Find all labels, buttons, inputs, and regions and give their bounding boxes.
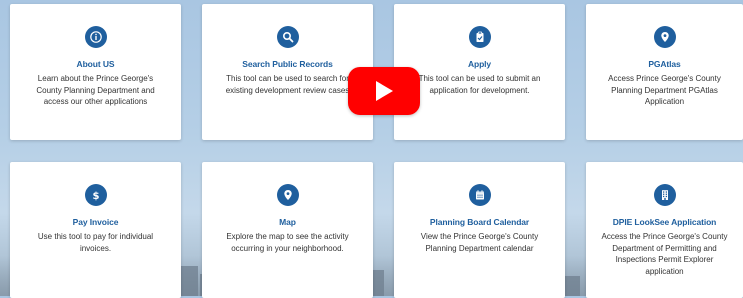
card-apply[interactable]: Apply This tool can be used to submit an… [394,4,565,140]
card-map[interactable]: Map Explore the map to see the activity o… [202,162,373,298]
card-title: Apply [467,59,492,69]
card-about-us[interactable]: About US Learn about the Prince George's… [10,4,181,140]
play-icon [376,81,393,101]
map-pin-icon [276,184,299,206]
video-play-button[interactable] [348,67,420,115]
card-pgatlas[interactable]: PGAtlas Access Prince George's County Pla… [586,4,743,140]
card-description: Access Prince George's County Planning De… [608,74,721,106]
calendar-icon [468,184,491,206]
svg-text:$: $ [92,191,99,201]
card-title: DPIE LookSee Application [612,217,717,227]
map-pin-icon [653,26,676,48]
card-title: About US [76,59,115,69]
card-pay-invoice[interactable]: $ Pay Invoice Use this tool to pay for i… [10,162,181,298]
card-dpie-looksee-application[interactable]: DPIE LookSee Application Access the Prin… [586,162,743,298]
dollar-icon: $ [84,184,107,206]
card-title: Pay Invoice [72,217,119,227]
card-description: Use this tool to pay for individual invoi… [37,232,154,253]
card-title: PGAtlas [648,59,681,69]
card-planning-board-calendar[interactable]: Planning Board Calendar View the Prince … [394,162,565,298]
card-title: Planning Board Calendar [429,217,530,227]
card-title: Map [279,217,296,227]
card-description: This tool can be used to submit an applic… [418,74,541,95]
card-search-public-records[interactable]: Search Public Records This tool can be u… [202,4,373,140]
card-description: Access the Prince George's County Departm… [601,232,728,276]
card-description: Explore the map to see the activity occur… [226,232,349,253]
background-building [180,266,198,296]
info-icon [84,26,107,48]
card-description: Learn about the Prince George's County Pl… [36,74,155,106]
card-title: Search Public Records [242,59,333,69]
card-description: View the Prince George's County Planning … [420,232,539,253]
clipboard-icon [468,26,491,48]
card-description: This tool can be used to search for exist… [225,74,350,95]
search-icon [276,26,299,48]
building-icon [653,184,676,206]
